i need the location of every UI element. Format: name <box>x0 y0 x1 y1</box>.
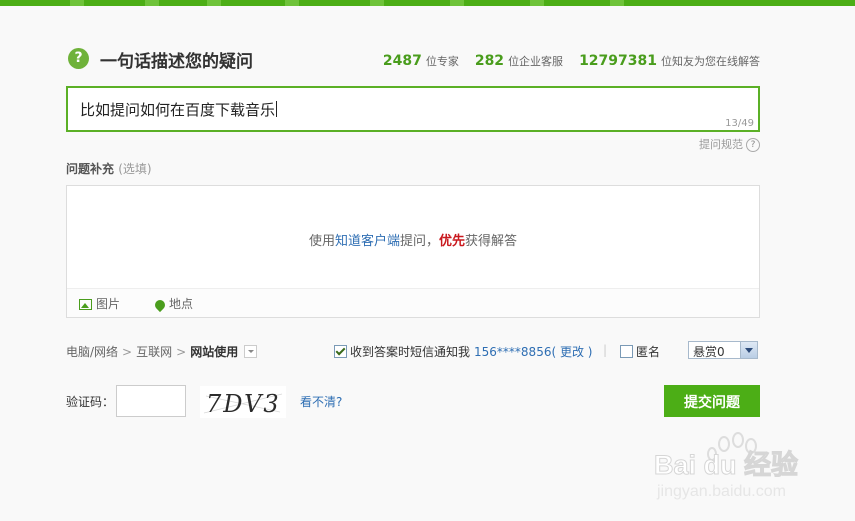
char-counter: 13/49 <box>725 118 754 129</box>
sms-notify-option: 收到答案时短信通知我 156****8856( 更改 ) <box>334 343 592 360</box>
expert-count-unit: 位专家 <box>425 55 459 68</box>
nav-tab-fragment[interactable] <box>207 0 221 6</box>
client-app-prompt: 使用知道客户端提问，优先获得解答 <box>67 230 759 249</box>
divider: | <box>603 343 608 357</box>
category-crumb[interactable]: 互联网 <box>136 345 172 359</box>
insert-location-button[interactable]: 地点 <box>152 295 194 313</box>
question-title-text: 比如提问如何在百度下载音乐 <box>80 101 278 119</box>
reward-select[interactable]: 悬赏0 <box>688 341 758 359</box>
prompt-suffix: 获得解答 <box>465 234 518 249</box>
anonymous-label: 匿名 <box>636 345 661 359</box>
category-dropdown-toggle[interactable] <box>244 345 258 358</box>
nav-tab-fragment[interactable] <box>610 0 624 6</box>
supplement-toolbar: 图片 地点 <box>67 288 759 317</box>
sms-notify-label: 收到答案时短信通知我 <box>350 345 471 359</box>
sms-notify-checkbox[interactable] <box>334 345 347 358</box>
prompt-prefix: 使用 <box>308 234 335 249</box>
online-friends-count: 12797381 <box>579 53 657 69</box>
expert-count: 2487 <box>382 53 422 69</box>
chevron-right-icon: > <box>176 345 187 359</box>
anonymous-checkbox[interactable] <box>620 345 633 358</box>
baidu-jingyan-watermark: Bai du 经验 jingyan.baidu.com <box>654 432 799 500</box>
client-app-link[interactable]: 知道客户端 <box>335 234 400 249</box>
supplement-optional-hint: (选填) <box>118 162 152 176</box>
text-caret <box>276 101 278 117</box>
category-crumb[interactable]: 电脑/网络 <box>66 345 118 359</box>
watermark-url: jingyan.baidu.com <box>656 483 786 500</box>
captcha-image-text: 7DV3 <box>206 390 281 418</box>
question-mark-icon: ? <box>746 138 760 152</box>
question-header: ? 一句话描述您的疑问 2487 位专家 282 位企业客服 12797381 位知友为您… <box>66 46 760 72</box>
nav-tab-fragment[interactable] <box>450 0 464 6</box>
supplement-label-text: 问题补充 <box>66 162 115 176</box>
question-rules-link[interactable]: 提问规范? <box>699 136 760 152</box>
nav-tab-fragment[interactable] <box>530 0 544 6</box>
supplement-label: 问题补充 (选填) <box>66 160 152 177</box>
reward-value: 悬赏0 <box>693 345 725 359</box>
category-crumb-current[interactable]: 网站使用 <box>190 345 238 359</box>
question-title-input[interactable]: 比如提问如何在百度下载音乐 13/49 <box>66 86 760 132</box>
image-icon <box>79 299 92 310</box>
change-phone-link[interactable]: ( 更改 ) <box>551 345 592 359</box>
online-friends-unit: 位知友为您在线解答 <box>661 55 760 68</box>
nav-tab-fragment[interactable] <box>370 0 384 6</box>
insert-location-label: 地点 <box>169 297 194 311</box>
top-navigation-bar <box>0 0 855 6</box>
page-title: 一句话描述您的疑问 <box>100 52 253 72</box>
phone-number: 156****8856 <box>474 345 552 359</box>
help-icon: ? <box>68 48 89 69</box>
chevron-right-icon: > <box>122 345 133 359</box>
supplement-textarea[interactable]: 使用知道客户端提问，优先获得解答 图片 地点 <box>66 185 760 318</box>
nav-tab-fragment[interactable] <box>70 0 84 6</box>
question-rules-label: 提问规范 <box>699 138 743 151</box>
submit-question-button[interactable]: 提交问题 <box>664 385 760 417</box>
prompt-middle: 提问， <box>399 234 439 249</box>
category-row: 电脑/网络 > 互联网 > 网站使用 收到答案时短信通知我 156****8856( 更改… <box>66 341 760 361</box>
location-pin-icon <box>152 297 168 313</box>
captcha-label: 验证码： <box>66 395 115 409</box>
enterprise-service-unit: 位企业客服 <box>508 55 564 68</box>
answerer-stats: 2487 位专家 282 位企业客服 12797381 位知友为您在线解答 <box>383 53 760 69</box>
priority-text: 优先 <box>439 234 466 249</box>
captcha-image: 7DV3 <box>200 386 286 418</box>
chevron-down-icon[interactable] <box>740 342 757 358</box>
enterprise-service-count: 282 <box>474 53 505 69</box>
captcha-refresh-link[interactable]: 看不清? <box>300 393 342 410</box>
captcha-input[interactable] <box>116 385 186 417</box>
insert-image-button[interactable]: 图片 <box>79 295 120 312</box>
anonymous-option: 匿名 <box>620 343 660 360</box>
nav-tab-fragment[interactable] <box>285 0 299 6</box>
nav-tab-fragment[interactable] <box>145 0 159 6</box>
insert-image-label: 图片 <box>96 297 121 311</box>
watermark-logo: Bai du 经验 <box>654 449 798 480</box>
